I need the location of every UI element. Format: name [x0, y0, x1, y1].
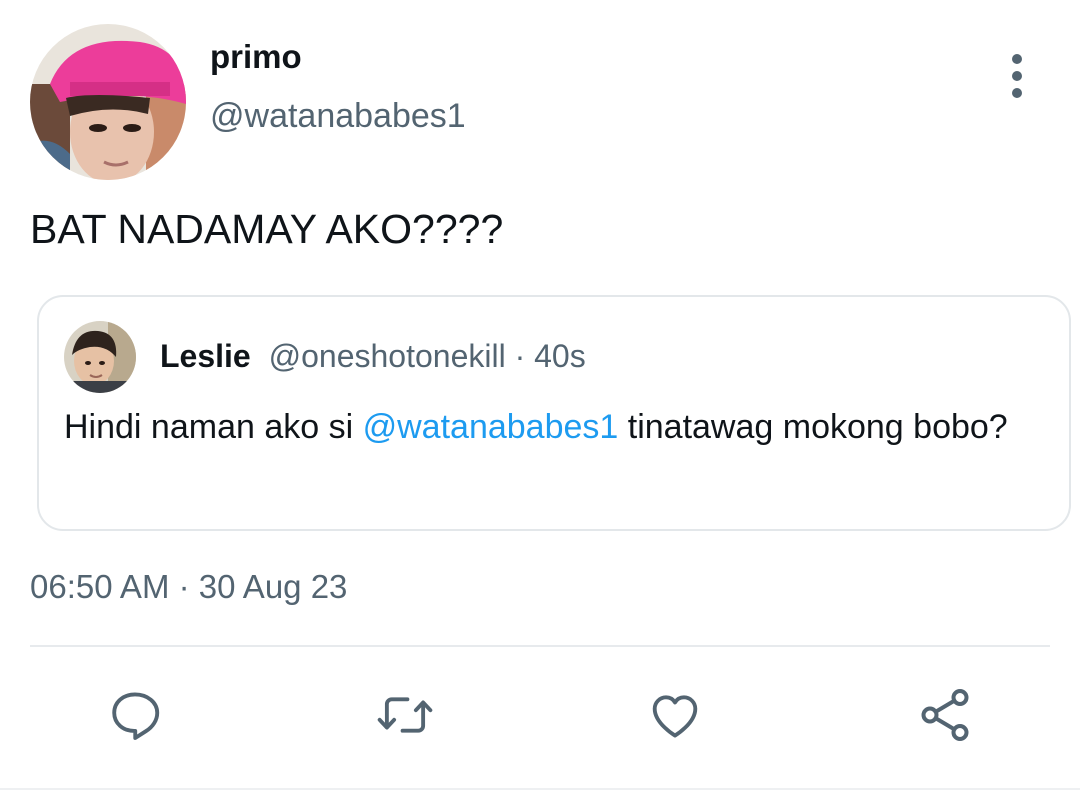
quoted-tweet-header: Leslie @oneshotonekill · 40s: [160, 338, 586, 375]
quoted-age: 40s: [534, 338, 586, 374]
quoted-text-after: tinatawag mokong bobo?: [618, 408, 1008, 446]
share-icon: [921, 689, 969, 741]
quoted-avatar-image: [64, 321, 136, 393]
heart-icon: [652, 695, 698, 738]
more-dot: [1012, 71, 1022, 81]
more-dot: [1012, 88, 1022, 98]
quoted-text-before: Hindi naman ako si: [64, 408, 363, 446]
author-display-name[interactable]: primo: [210, 38, 302, 76]
reply-icon: [112, 692, 160, 740]
more-dot: [1012, 54, 1022, 64]
quoted-tweet-card[interactable]: Leslie @oneshotonekill · 40s Hindi naman…: [37, 295, 1071, 531]
retweet-button[interactable]: [370, 680, 440, 750]
quoted-tweet-text: Hindi naman ako si @watanababes1 tinataw…: [64, 405, 1024, 449]
reply-button[interactable]: [100, 680, 170, 750]
tweet-text: BAT NADAMAY AKO????: [30, 206, 504, 252]
quoted-display-name[interactable]: Leslie: [160, 338, 251, 374]
quoted-author-avatar[interactable]: [64, 321, 136, 393]
action-bar: [0, 680, 1080, 760]
retweet-icon: [377, 697, 433, 733]
author-avatar[interactable]: [30, 24, 186, 180]
like-button[interactable]: [640, 680, 710, 750]
quoted-handle[interactable]: @oneshotonekill: [269, 338, 506, 374]
bottom-divider: [0, 788, 1080, 790]
quoted-separator: ·: [505, 338, 535, 374]
divider: [30, 645, 1050, 647]
avatar-image: [30, 24, 186, 180]
share-button[interactable]: [910, 680, 980, 750]
more-vertical-icon[interactable]: [1000, 54, 1034, 98]
tweet-timestamp: 06:50 AM · 30 Aug 23: [30, 568, 348, 605]
author-handle[interactable]: @watanababes1: [210, 97, 466, 136]
quoted-mention-link[interactable]: @watanababes1: [363, 408, 619, 446]
